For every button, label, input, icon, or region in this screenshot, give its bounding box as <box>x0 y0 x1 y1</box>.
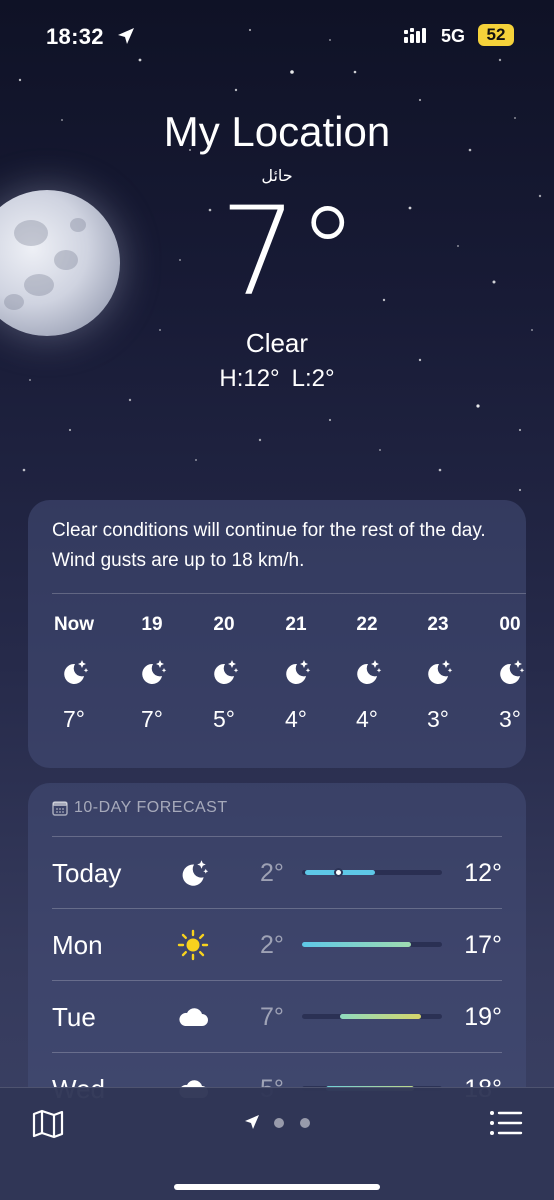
moon-stars-icon <box>142 660 167 684</box>
temperature-range-fill <box>302 942 412 947</box>
day-name: Mon <box>52 930 103 960</box>
sun-icon <box>177 929 209 961</box>
temperature-range-bar <box>302 868 442 877</box>
current-weather-header: My Location حائل 7° Clear H:12° L:2° <box>0 108 554 393</box>
ten-day-forecast-card[interactable]: 10-DAY FORECAST Today 2° 12° Mon 2° 17° <box>28 783 526 1113</box>
bottom-toolbar <box>0 1087 554 1200</box>
status-bar: 18:32 5G 52 <box>0 22 554 54</box>
day-low: 2° <box>260 859 284 887</box>
list-icon[interactable] <box>488 1108 524 1138</box>
hour-item: 21 4° <box>266 614 326 733</box>
hour-item: 19 7° <box>122 614 182 733</box>
low-temperature: L:2° <box>291 365 335 392</box>
location-arrow-icon <box>245 1115 259 1129</box>
hour-temperature: 3° <box>427 706 449 732</box>
hour-label: 20 <box>213 614 235 635</box>
divider <box>52 1052 502 1053</box>
hour-item: 00 3° <box>480 614 526 733</box>
network-type: 5G <box>441 26 466 46</box>
location-title: My Location <box>163 108 391 155</box>
current-temperature: 7° <box>219 181 359 323</box>
day-name: Today <box>52 858 122 888</box>
hour-item: Now 7° <box>44 614 104 733</box>
page-dot <box>274 1118 284 1128</box>
moon-stars-icon <box>500 660 525 684</box>
forecast-header: 10-DAY FORECAST <box>52 799 228 821</box>
temperature-range-bar <box>302 1014 442 1019</box>
hourly-scroller[interactable]: Now 7° 19 7° 20 5° 21 4° 22 4° 23 3° 00 … <box>28 594 526 764</box>
temperature-range-bar <box>302 942 442 947</box>
divider <box>52 836 502 837</box>
temperature-range-fill <box>339 1014 421 1019</box>
hour-label: Now <box>53 614 95 635</box>
day-high: 19° <box>464 1003 502 1031</box>
divider <box>52 908 502 909</box>
day-high: 17° <box>464 931 502 959</box>
hour-temperature: 3° <box>499 706 521 732</box>
status-time: 18:32 <box>46 24 104 49</box>
hour-label: 19 <box>141 614 163 635</box>
cloud-icon <box>179 1008 208 1026</box>
moon-stars-icon <box>286 660 311 684</box>
moon-stars-icon <box>428 660 453 684</box>
calendar-icon <box>52 801 68 816</box>
hour-label: 00 <box>499 614 521 635</box>
day-high: 12° <box>464 859 502 887</box>
hour-label: 22 <box>356 614 378 635</box>
forecast-title: 10-DAY FORECAST <box>74 799 228 816</box>
hour-item: 20 5° <box>194 614 254 733</box>
page-indicator[interactable] <box>244 1114 324 1134</box>
current-temperature-dot <box>333 868 343 877</box>
location-arrow-icon <box>118 28 134 44</box>
high-low-temperatures: H:12° L:2° <box>0 365 554 393</box>
day-name: Tue <box>52 1002 96 1032</box>
current-condition: Clear <box>245 328 309 358</box>
map-icon[interactable] <box>30 1106 66 1142</box>
forecast-row-tue[interactable]: Tue 7° 19° <box>28 980 526 1052</box>
hour-temperature: 7° <box>141 706 163 732</box>
battery-indicator: 52 <box>478 24 514 46</box>
signal-strength-icon <box>404 28 426 43</box>
forecast-row-mon[interactable]: Mon 2° 17° <box>28 908 526 980</box>
moon-stars-icon <box>357 660 382 684</box>
hour-temperature: 7° <box>63 706 85 732</box>
weather-summary: Clear conditions will continue for the r… <box>52 520 486 571</box>
day-low: 7° <box>260 1003 284 1031</box>
hour-label: 23 <box>427 614 449 635</box>
forecast-row-today[interactable]: Today 2° 12° <box>28 836 526 908</box>
hour-label: 21 <box>285 614 307 635</box>
divider <box>52 980 502 981</box>
hour-item: 22 4° <box>337 614 397 733</box>
high-temperature: H:12° <box>219 365 280 392</box>
moon-stars-icon <box>214 660 239 684</box>
hourly-forecast-card[interactable]: Clear conditions will continue for the r… <box>28 500 526 768</box>
moon-stars-icon <box>64 660 89 684</box>
page-dot <box>300 1118 310 1128</box>
home-indicator <box>174 1184 380 1190</box>
hour-temperature: 5° <box>213 706 235 732</box>
hour-item: 23 3° <box>408 614 468 733</box>
moon-stars-icon <box>182 860 209 886</box>
hour-temperature: 4° <box>356 706 378 732</box>
hour-temperature: 4° <box>285 706 307 732</box>
day-low: 2° <box>260 931 284 959</box>
